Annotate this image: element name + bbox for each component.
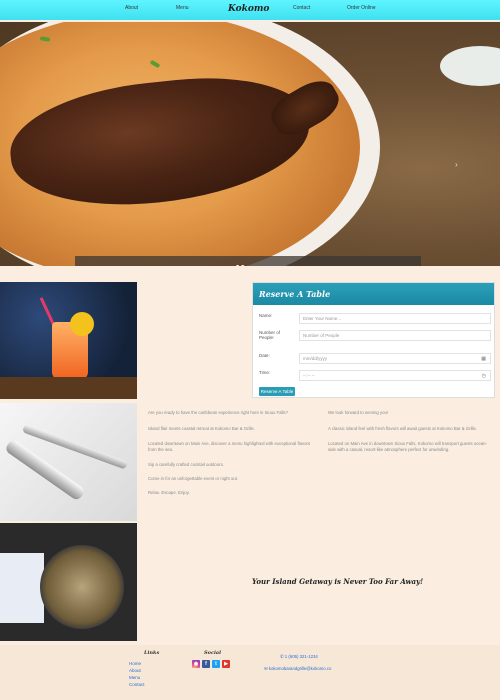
footer-link-menu[interactable]: Menu <box>129 675 140 680</box>
chevron-right-icon[interactable]: › <box>455 160 458 169</box>
phone-number[interactable]: ✆ 1 (605) 321-1234 <box>280 654 318 660</box>
footer-link-contact[interactable]: Contact <box>129 682 145 687</box>
welcome-text-3: Located on Main Ave in downtown Sioux Fa… <box>328 441 487 452</box>
intro-text-1: Are you ready to have the caribbean expe… <box>148 410 288 415</box>
pan <box>40 545 124 629</box>
twitter-icon[interactable]: t <box>212 660 220 668</box>
clock-icon[interactable]: ◷ <box>482 372 486 381</box>
tagline: Your Island Getaway is Never Too Far Awa… <box>252 577 424 586</box>
welcome-text-1: We look forward to serving you! <box>328 410 389 415</box>
welcome-text-2: A classic island feel with fresh flavors… <box>328 426 478 431</box>
reserve-button[interactable]: Reserve A Table <box>259 387 295 396</box>
clams-image <box>0 523 137 641</box>
facebook-icon[interactable]: f <box>202 660 210 668</box>
footer <box>0 645 500 700</box>
time-input[interactable]: --:-- -- ◷ <box>299 370 491 381</box>
date-input[interactable]: mm/dd/yyyy ▦ <box>299 353 491 364</box>
intro-text-6: Relax. Escape. Enjoy. <box>148 490 190 495</box>
footer-link-home[interactable]: Home <box>129 661 141 666</box>
nav-link-contact[interactable]: Contact <box>293 5 310 11</box>
email-address[interactable]: ✉ kokomobarandgrille@kokomo.co <box>264 666 331 672</box>
time-label: Time: <box>259 370 271 375</box>
form-title: Reserve A Table <box>253 283 494 305</box>
top-navbar: About Menu Kokomo Contact Order Online <box>0 0 500 20</box>
name-label: Name: <box>259 313 273 318</box>
nav-link-about[interactable]: About <box>125 5 138 11</box>
youtube-icon[interactable]: ▶ <box>222 660 230 668</box>
name-input[interactable]: Enter Your Name... <box>299 313 491 324</box>
table-surface <box>0 377 137 399</box>
hero-carousel: › Menu <box>0 22 500 266</box>
instagram-icon[interactable]: ◉ <box>192 660 200 668</box>
nav-link-menu[interactable]: Menu <box>176 5 189 11</box>
links-heading: Links <box>144 650 160 656</box>
people-input[interactable]: Number of People <box>299 330 491 341</box>
calendar-icon[interactable]: ▦ <box>481 355 486 364</box>
time-placeholder: --:-- -- <box>303 373 315 378</box>
date-label: Date: <box>259 353 270 358</box>
footer-link-about[interactable]: About <box>129 668 141 673</box>
logo[interactable]: Kokomo <box>228 4 269 14</box>
intro-text-4: Sip a carefully crafted cocktail outdoor… <box>148 462 224 467</box>
cutlery-image <box>0 403 137 521</box>
cocktail-image <box>0 282 137 399</box>
hero-bowl <box>440 46 500 86</box>
lemon <box>70 312 94 336</box>
intro-text-3: Located downtown on Main Ave, discover a… <box>148 441 311 452</box>
people-label: Number of People: <box>259 330 281 340</box>
intro-text-5: Come in for an unforgettable event or ni… <box>148 476 239 481</box>
nav-link-order-online[interactable]: Order Online <box>347 5 376 11</box>
date-placeholder: mm/dd/yyyy <box>303 356 328 361</box>
intro-text-2: Island flair meets coastal retreat at Ko… <box>148 426 255 431</box>
hero-caption[interactable]: Menu <box>75 256 421 266</box>
reserve-table-form: Reserve A Table Name: Enter Your Name...… <box>252 282 495 398</box>
napkin <box>0 553 44 623</box>
social-heading: Social <box>204 650 222 656</box>
